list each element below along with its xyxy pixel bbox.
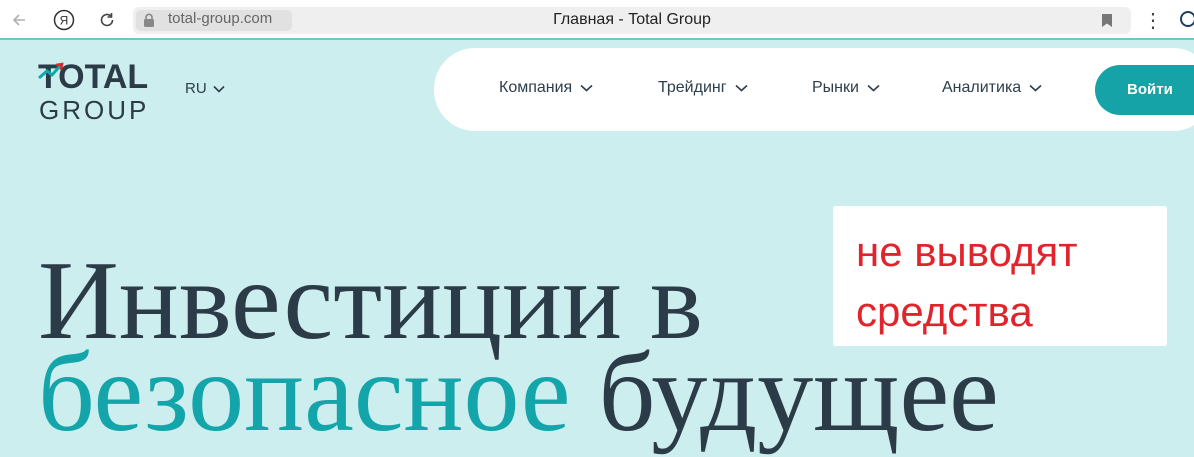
nav-item-label: Компания (499, 79, 573, 96)
logo-word-total: TOTAL (38, 58, 148, 96)
hero-heading-rest: будущее (570, 331, 999, 455)
nav-item-label: Рынки (812, 79, 859, 96)
browser-toolbar: Я total-group.com Главная - Total Group … (0, 0, 1194, 40)
chevron-down-icon (1029, 84, 1042, 92)
nav-item-label: Трейдинг (658, 79, 727, 96)
login-button[interactable]: Войти (1095, 65, 1194, 115)
total-group-logo[interactable]: TOTAL GROUP (36, 58, 156, 125)
menu-dots-icon[interactable]: ⋮ (1141, 8, 1165, 32)
hero-highlight: безопасное (38, 331, 571, 455)
url-text[interactable]: total-group.com (168, 10, 272, 27)
chevron-down-icon (580, 84, 593, 92)
warning-note: не выводят средства (833, 206, 1167, 346)
reload-icon[interactable] (95, 8, 119, 32)
main-nav: Компания Трейдинг Рынки Аналитика Войти (434, 48, 1194, 131)
svg-text:Я: Я (60, 14, 69, 28)
language-selector[interactable]: RU (185, 80, 225, 97)
hero-heading-line-2: безопасное будущее (38, 337, 999, 449)
nav-item-markets[interactable]: Рынки (812, 79, 880, 97)
bookmark-icon[interactable] (1101, 13, 1113, 33)
address-bar[interactable]: total-group.com Главная - Total Group (133, 7, 1131, 34)
note-line-2: средства (856, 288, 1033, 335)
chevron-down-icon (867, 84, 880, 92)
note-line-1: не выводят (856, 228, 1078, 275)
chevron-down-icon (213, 85, 225, 93)
chevron-down-icon (735, 84, 748, 92)
nav-item-analytics[interactable]: Аналитика (942, 79, 1042, 97)
nav-item-company[interactable]: Компания (499, 79, 593, 97)
yandex-icon[interactable]: Я (52, 8, 76, 32)
language-label: RU (185, 80, 207, 97)
profile-icon[interactable] (1180, 11, 1194, 27)
back-arrow-icon[interactable] (7, 8, 31, 32)
nav-item-label: Аналитика (942, 79, 1022, 96)
lock-icon[interactable] (143, 13, 155, 33)
nav-item-trading[interactable]: Трейдинг (658, 79, 748, 97)
logo-word-group: GROUP (39, 95, 149, 124)
